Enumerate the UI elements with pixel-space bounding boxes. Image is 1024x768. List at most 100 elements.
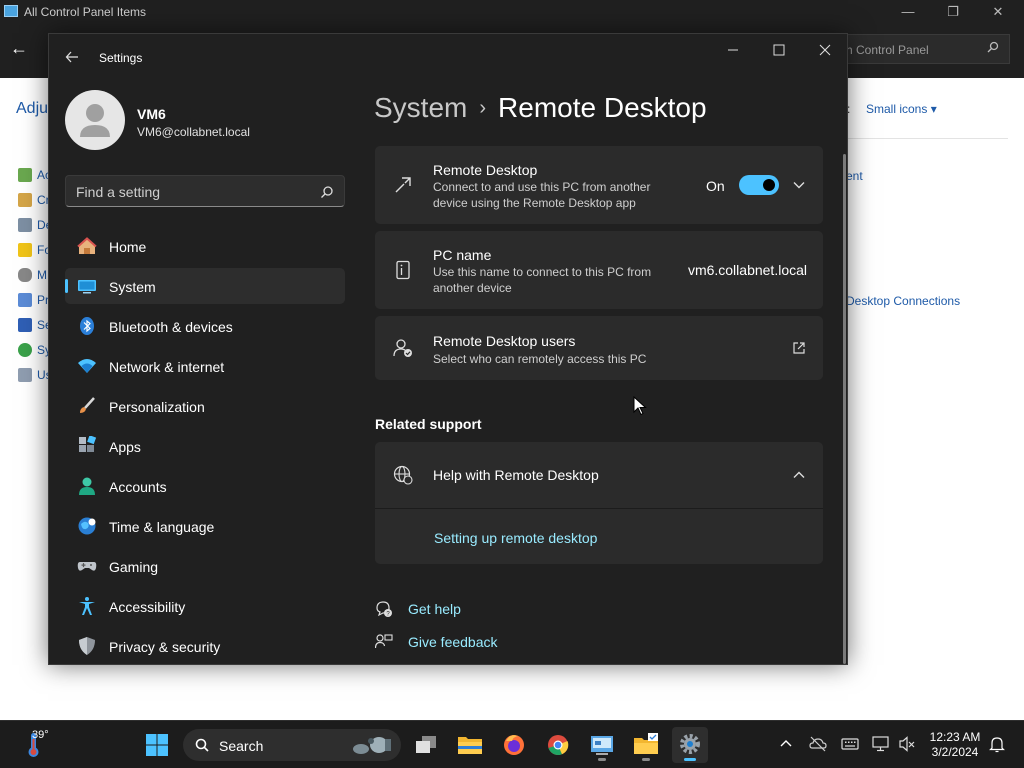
minimize-icon[interactable]: —	[898, 2, 918, 22]
brush-icon	[80, 397, 95, 413]
open-external-icon[interactable]	[792, 341, 806, 355]
nav-item-gaming[interactable]: Gaming	[65, 548, 345, 584]
nav-label: Time & language	[109, 519, 215, 535]
nav-item-accounts[interactable]: Accounts	[65, 468, 345, 504]
keyboard-icon[interactable]	[841, 735, 859, 753]
apps-icon	[79, 436, 97, 452]
cp-link[interactable]: ent	[846, 169, 863, 183]
running-indicator	[598, 758, 606, 761]
control-panel-search[interactable]: h Control Panel	[835, 34, 1010, 64]
cp-item-icon	[18, 293, 32, 307]
minimize-icon[interactable]	[719, 40, 747, 62]
nav-label: Network & internet	[109, 359, 225, 375]
give-feedback-label: Give feedback	[408, 634, 498, 650]
help-remote-desktop-card[interactable]: Help with Remote Desktop Setting up remo…	[375, 442, 823, 564]
nav-item-bluetooth[interactable]: Bluetooth & devices	[65, 308, 345, 344]
pc-name-card: PC name Use this name to connect to this…	[375, 231, 823, 309]
back-arrow-icon[interactable]: ←	[10, 38, 28, 59]
nav-label: Home	[109, 239, 147, 255]
user-check-icon	[393, 339, 412, 357]
control-panel-titlebar: All Control Panel Items — ❐ ✕	[0, 0, 1024, 24]
setting-up-remote-desktop-link[interactable]: Setting up remote desktop	[434, 530, 597, 546]
cp-item-icon	[18, 193, 32, 207]
chevron-up-icon[interactable]	[777, 735, 795, 753]
breadcrumb: System › Remote Desktop	[374, 92, 707, 132]
nav-label: System	[109, 279, 156, 295]
chrome-icon	[548, 735, 569, 756]
remote-desktop-toggle[interactable]	[739, 175, 779, 195]
scrollbar[interactable]	[843, 154, 846, 664]
control-panel-heading: Adju	[16, 100, 49, 117]
nav-item-privacy-security[interactable]: Privacy & security	[65, 628, 345, 664]
get-help-label: Get help	[408, 601, 461, 617]
file-explorer-button[interactable]	[452, 727, 488, 763]
feedback-icon	[375, 634, 393, 649]
breadcrumb-parent[interactable]: System	[374, 92, 467, 123]
taskbar: 39° Search 12:23 AM 3/2/2024	[0, 720, 1024, 768]
related-support-heading: Related support	[375, 416, 482, 432]
onedrive-icon[interactable]	[809, 735, 827, 753]
back-arrow-icon[interactable]	[63, 48, 81, 66]
nav-item-personalization[interactable]: Personalization	[65, 388, 345, 424]
profile-email: VM6@collabnet.local	[137, 125, 250, 139]
nav-label: Apps	[109, 439, 141, 455]
settings-nav: Home System Bluetooth & devices Network …	[65, 228, 345, 664]
close-icon[interactable]: ✕	[988, 2, 1008, 22]
search-highlight-icon	[353, 737, 391, 754]
toggle-state-label: On	[706, 178, 725, 194]
system-icon	[78, 280, 96, 294]
avatar[interactable]	[65, 90, 125, 150]
nav-label: Privacy & security	[109, 639, 221, 655]
network-monitor-icon[interactable]	[872, 735, 890, 753]
globe-clock-icon	[78, 517, 96, 535]
nav-item-time-language[interactable]: Time & language	[65, 508, 345, 544]
clock-time: 12:23 AM	[929, 730, 981, 744]
close-icon[interactable]	[811, 40, 839, 62]
remote-desktop-description: Connect to and use this PC from another …	[433, 180, 651, 210]
view-by-dropdown[interactable]: Small icons ▾	[866, 102, 937, 116]
shield-icon	[79, 637, 95, 655]
start-button[interactable]	[139, 727, 175, 763]
globe-help-icon	[393, 465, 413, 485]
settings-taskbar-button[interactable]	[672, 727, 708, 763]
search-icon	[987, 41, 999, 53]
help-remote-desktop-title: Help with Remote Desktop	[433, 467, 599, 483]
firefox-icon	[504, 735, 524, 755]
task-view-button[interactable]	[408, 727, 444, 763]
taskbar-search[interactable]: Search	[183, 729, 401, 761]
nav-item-network[interactable]: Network & internet	[65, 348, 345, 384]
volume-muted-icon[interactable]	[898, 735, 916, 753]
nav-item-accessibility[interactable]: Accessibility	[65, 588, 345, 624]
weather-temperature: 39°	[32, 729, 49, 741]
nav-item-apps[interactable]: Apps	[65, 428, 345, 464]
firefox-button[interactable]	[496, 727, 532, 763]
remote-desktop-users-card[interactable]: Remote Desktop users Select who can remo…	[375, 316, 823, 380]
cp-item-icon	[18, 243, 32, 257]
control-panel-taskbar-button[interactable]	[584, 727, 620, 763]
page-title: Remote Desktop	[498, 92, 707, 123]
find-setting-box	[65, 175, 345, 207]
restore-icon[interactable]: ❐	[943, 2, 963, 22]
nav-item-home[interactable]: Home	[65, 228, 345, 264]
notification-bell-icon[interactable]	[988, 735, 1006, 753]
cp-item-icon	[18, 368, 32, 382]
cp-link[interactable]: Desktop Connections	[846, 294, 960, 308]
remote-desktop-card[interactable]: Remote Desktop Connect to and use this P…	[375, 146, 823, 224]
divider	[848, 138, 1008, 139]
nav-item-system[interactable]: System	[65, 268, 345, 304]
pc-name-icon	[396, 260, 410, 280]
mouse-cursor-icon	[633, 396, 647, 416]
chevron-down-icon[interactable]	[792, 178, 806, 192]
find-setting-input[interactable]	[76, 182, 306, 202]
explorer-window-button[interactable]	[628, 727, 664, 763]
chevron-up-icon[interactable]	[792, 468, 806, 482]
remote-desktop-title: Remote Desktop	[433, 162, 538, 178]
chrome-button[interactable]	[540, 727, 576, 763]
cp-item-label: M	[37, 268, 47, 282]
cp-item-icon	[18, 168, 32, 182]
taskbar-clock[interactable]: 12:23 AM 3/2/2024	[920, 730, 990, 760]
settings-title: Settings	[99, 51, 143, 65]
taskbar-search-label: Search	[219, 738, 264, 754]
search-icon[interactable]	[320, 185, 334, 199]
maximize-icon[interactable]	[765, 40, 793, 62]
